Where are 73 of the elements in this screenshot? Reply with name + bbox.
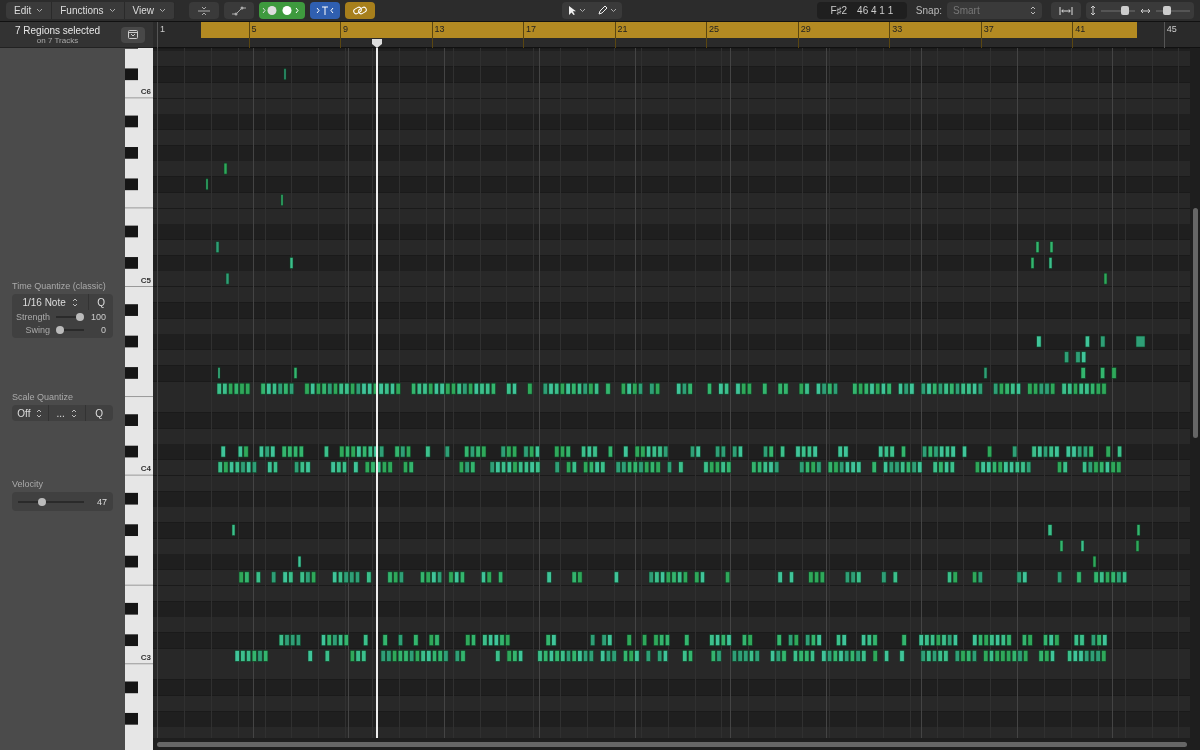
bar-number: 13 xyxy=(434,24,445,34)
curve-icon xyxy=(231,5,248,16)
pitch-text: F♯2 xyxy=(830,5,848,16)
velocity-value: 47 xyxy=(97,496,107,507)
chevron-icon xyxy=(578,8,586,13)
scale-dropdown[interactable]: ... xyxy=(48,405,86,421)
toolbar-button[interactable] xyxy=(224,2,255,19)
bar-number: 29 xyxy=(800,24,811,34)
chevron-icon xyxy=(159,8,167,13)
toolbar-button[interactable] xyxy=(310,2,341,19)
fold-icon xyxy=(197,5,212,16)
fit-button[interactable] xyxy=(1051,2,1081,19)
vertical-zoom-icon xyxy=(1090,5,1096,16)
bar-number: 33 xyxy=(892,24,903,34)
snap-label: Snap: xyxy=(915,5,942,16)
midi-notes-drawing[interactable] xyxy=(205,68,1146,662)
bar-number: 1 xyxy=(160,24,165,34)
quantize-dropdown[interactable]: 1/16 Note xyxy=(12,294,90,310)
bar-number: 37 xyxy=(983,24,994,34)
bar-number: 25 xyxy=(709,24,720,34)
slider-thumb[interactable] xyxy=(38,497,47,506)
horizontal-scrollbar[interactable] xyxy=(157,741,1187,747)
section-title: Scale Quantize xyxy=(12,392,75,402)
bar-ruler[interactable]: 1 5 9 13 17 21 25 29 33 37 41 45 xyxy=(153,22,1200,48)
toolbar-button[interactable] xyxy=(345,2,376,19)
stepper-icon xyxy=(70,408,77,418)
chevron-icon xyxy=(108,8,116,13)
bar-number: 21 xyxy=(617,24,628,34)
chevron-icon xyxy=(36,8,44,13)
swing-label: Swing xyxy=(24,324,50,335)
pencil-icon xyxy=(596,5,608,16)
octave-label: C3 xyxy=(140,652,151,662)
catch-icon xyxy=(316,5,335,16)
link-icon xyxy=(352,5,369,16)
quantize-button[interactable]: Q xyxy=(85,405,113,421)
menu-button[interactable]: Edit xyxy=(6,2,53,19)
region-button[interactable] xyxy=(121,26,145,43)
octave-label: C4 xyxy=(140,464,151,474)
root-dropdown[interactable]: Off xyxy=(12,405,49,421)
slider-thumb[interactable] xyxy=(1120,6,1129,15)
chevron-icon xyxy=(609,8,617,13)
octave-label: C5 xyxy=(140,275,151,285)
slider-thumb[interactable] xyxy=(56,325,64,334)
bar-number: 41 xyxy=(1075,24,1086,34)
slider-thumb[interactable] xyxy=(76,312,84,321)
menu-button[interactable]: Functions xyxy=(52,2,125,19)
tracks-count-text: on 7 Tracks xyxy=(36,35,79,45)
section-title: Time Quantize (classic) xyxy=(12,281,107,291)
strength-label: Strength xyxy=(14,311,50,322)
horizontal-zoom-icon xyxy=(1140,7,1151,14)
stepper-icon xyxy=(71,297,78,307)
strength-value: 100 xyxy=(90,311,106,322)
toolbar-button[interactable] xyxy=(259,2,306,19)
octave-label: C6 xyxy=(140,87,151,96)
vertical-scrollbar[interactable] xyxy=(1192,208,1198,438)
bar-number: 5 xyxy=(251,24,257,34)
bar-number: 9 xyxy=(343,24,349,34)
piano-keyboard-drawing[interactable]: C6 C5 C4 C3 xyxy=(125,48,153,750)
pointer-icon xyxy=(567,5,577,16)
swing-value: 0 xyxy=(100,324,106,335)
note-grid[interactable] xyxy=(153,48,1190,738)
bar-number: 17 xyxy=(526,24,537,34)
bar-number: 45 xyxy=(1166,24,1177,34)
slider-thumb[interactable] xyxy=(1162,6,1171,15)
quantize-button[interactable]: Q xyxy=(89,294,113,310)
tray-icon xyxy=(128,30,138,39)
fit-icon xyxy=(1059,5,1073,16)
stepper-icon xyxy=(1030,6,1036,15)
time-text: 46 4 1 1 xyxy=(857,5,894,16)
regions-selected-text: 7 Regions selected xyxy=(14,24,101,36)
stepper-icon xyxy=(36,408,43,418)
section-title: Velocity xyxy=(12,479,45,489)
menu-button[interactable]: View xyxy=(124,2,176,19)
